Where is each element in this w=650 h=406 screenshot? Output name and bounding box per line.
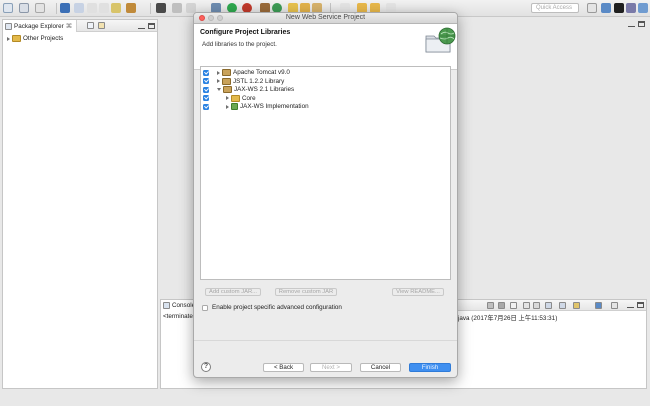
new-icon[interactable] [3,3,13,13]
console-minimize-icon[interactable] [627,302,634,308]
library-icon [223,86,232,93]
checkbox[interactable] [203,78,209,84]
pin-console-icon[interactable] [545,302,552,309]
save-icon[interactable] [19,3,29,13]
view-menu-icon[interactable] [123,22,130,29]
console-tab-label: Console [172,302,196,309]
library-jax-ws-implementation[interactable]: JAX-WS Implementation [203,103,309,110]
minimize-view-icon[interactable] [138,23,145,29]
next-button[interactable]: Next > [310,363,352,372]
library-label: JAX-WS Implementation [240,103,309,110]
library-label: Apache Tomcat v9.0 [233,69,290,76]
tree-item-label: Other Projects [23,35,64,42]
remove-custom-jar-button[interactable]: Remove custom JAR [275,288,337,296]
console-maximize-icon[interactable] [637,302,644,308]
close-tab-icon[interactable]: ⌘ [66,23,72,30]
clear-console-icon[interactable] [510,302,517,309]
expand-icon[interactable] [217,70,220,75]
collapse-all-icon[interactable] [87,22,94,29]
expand-icon[interactable] [226,96,229,100]
advanced-config-label: Enable project specific advanced configu… [212,304,342,311]
library-label: Core [242,94,256,102]
expand-icon[interactable] [226,104,229,109]
package-explorer-tab-label: Package Explorer [14,22,64,30]
checkbox[interactable] [203,86,209,93]
cursor-icon[interactable] [74,3,84,13]
view-readme-button[interactable]: View README... [392,288,444,296]
expand-icon[interactable] [7,36,10,41]
folder-icon [231,94,240,102]
link-editor-icon[interactable] [98,22,105,29]
advanced-config-checkbox[interactable] [202,304,208,311]
library-icon [222,77,231,85]
help-button[interactable]: ? [201,362,211,372]
tab-package-explorer[interactable]: Package Explorer ⌘ [3,20,77,32]
web-service-wizard-icon [425,27,456,53]
terminal-icon[interactable] [60,3,70,13]
collapse-icon[interactable] [217,88,221,91]
web-perspective-icon[interactable] [614,3,624,13]
wizard-header: Configure Project Libraries Add librarie… [194,24,457,70]
package-icon [231,103,238,110]
scroll-lock-icon[interactable] [523,302,530,309]
wand-icon[interactable] [111,3,121,13]
new-web-service-project-dialog: New Web Service Project Configure Projec… [193,12,458,378]
layout-icon[interactable] [172,3,182,13]
maximize-view-icon[interactable] [148,23,155,29]
javaee-perspective-icon[interactable] [601,3,611,13]
remove-launch-icon[interactable] [498,302,505,309]
checkbox[interactable] [203,69,209,76]
working-set-folder-icon [12,35,21,42]
dialog-title: New Web Service Project [285,14,366,21]
quick-access-input[interactable]: Quick Access [531,3,579,13]
library-jstl[interactable]: JSTL 1.2.2 Library [203,77,285,85]
console-line-prefix: <terminate [163,313,193,320]
finish-button[interactable]: Finish [409,363,451,372]
back-button[interactable]: < Back [263,363,304,372]
editor-maximize-icon[interactable] [638,21,645,27]
page-title: Configure Project Libraries [200,29,291,36]
library-label: JSTL 1.2.2 Library [233,77,285,85]
package-explorer-icon [5,22,12,30]
editor-minimize-icon[interactable] [628,21,635,27]
expand-icon[interactable] [217,79,220,83]
display-console-icon[interactable] [559,302,566,309]
library-jax-ws-core[interactable]: Core [203,94,256,102]
library-icon [222,69,231,76]
libraries-tree[interactable]: Apache Tomcat v9.0 JSTL 1.2.2 Library JA… [200,66,451,280]
page-description: Add libraries to the project. [202,41,277,48]
markers-icon[interactable] [126,3,136,13]
console-icon [163,302,170,309]
library-jax-ws[interactable]: JAX-WS 2.1 Libraries [203,86,294,93]
redo-icon[interactable] [99,3,109,13]
new-console-icon[interactable] [595,302,602,309]
undo-icon[interactable] [87,3,97,13]
debug-perspective-icon[interactable] [638,3,648,13]
console-view-menu-icon[interactable] [611,302,618,309]
open-console-icon[interactable] [573,302,580,309]
tree-item-other-projects[interactable]: Other Projects [7,35,63,42]
library-label: JAX-WS 2.1 Libraries [234,86,295,93]
cancel-button[interactable]: Cancel [360,363,401,372]
checkbox[interactable] [203,95,209,101]
save-all-icon[interactable] [35,3,45,13]
perspective-open-icon[interactable] [587,3,597,13]
dialog-titlebar: New Web Service Project [194,13,457,24]
word-wrap-icon[interactable] [533,302,540,309]
checkbox[interactable] [203,103,209,110]
terminate-icon[interactable] [487,302,494,309]
grid-icon[interactable] [156,3,166,13]
library-apache-tomcat[interactable]: Apache Tomcat v9.0 [203,69,290,76]
console-line-suffix: java (2017年7月26日 上午11:53:31) [458,315,558,322]
java-perspective-icon[interactable] [626,3,636,13]
package-explorer-view: Package Explorer ⌘ Other Projects [2,19,158,389]
advanced-config-option[interactable]: Enable project specific advanced configu… [202,304,342,311]
add-custom-jar-button[interactable]: Add custom JAR... [205,288,261,296]
